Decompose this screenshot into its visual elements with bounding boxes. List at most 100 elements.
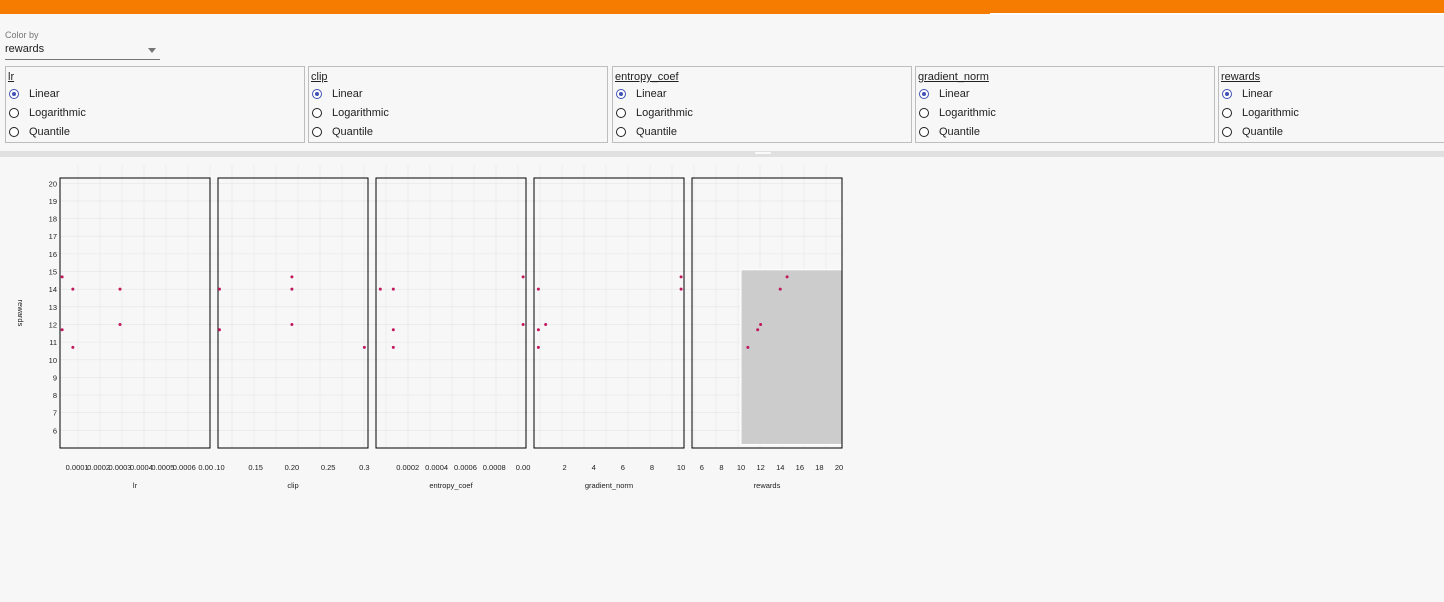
radio-button[interactable] — [616, 108, 626, 118]
radio-label: Quantile — [939, 126, 980, 138]
x-tick-label: 8 — [719, 463, 723, 472]
radio-label: Logarithmic — [332, 107, 389, 119]
x-tick-label: .10 — [214, 463, 224, 472]
y-tick-label: 20 — [49, 179, 57, 188]
radio-button[interactable] — [919, 108, 929, 118]
x-tick-label: 0.0006 — [173, 463, 196, 472]
color-by-control: Color by rewards — [5, 30, 160, 60]
data-point — [391, 287, 395, 291]
radio-label: Linear — [29, 88, 60, 100]
x-tick-label: 6 — [700, 463, 704, 472]
radio-button[interactable] — [9, 108, 19, 118]
x-tick-label: 0.0003 — [109, 463, 132, 472]
scatter-matrix-svg: 20191817161514131211109876rewards0.00010… — [16, 165, 843, 490]
dropdown-arrow-icon — [148, 48, 156, 53]
data-point — [536, 328, 540, 332]
y-tick-label: 19 — [49, 197, 57, 206]
radio-button[interactable] — [919, 127, 929, 137]
y-tick-label: 14 — [49, 285, 57, 294]
splitter-handle-icon — [755, 152, 771, 154]
y-tick-label: 8 — [53, 391, 57, 400]
data-point — [217, 287, 221, 291]
color-by-select[interactable]: rewards — [5, 43, 160, 60]
data-point — [391, 345, 395, 349]
data-point — [778, 287, 782, 291]
data-point — [759, 322, 763, 326]
radio-label: Linear — [1242, 88, 1273, 100]
x-axis-label: lr — [133, 481, 138, 490]
radio-button[interactable] — [312, 127, 322, 137]
data-point — [544, 322, 548, 326]
x-tick-label: 12 — [756, 463, 764, 472]
radio-label: Logarithmic — [29, 107, 86, 119]
x-tick-label: 0.0004 — [130, 463, 153, 472]
data-point — [521, 275, 525, 279]
x-tick-label: 0.00 — [198, 463, 213, 472]
data-point — [756, 328, 760, 332]
x-tick-label: 0.20 — [285, 463, 300, 472]
radio-button[interactable] — [1222, 127, 1232, 137]
x-tick-label: 0.3 — [359, 463, 369, 472]
radio-button[interactable] — [312, 108, 322, 118]
x-tick-label: 10 — [737, 463, 745, 472]
radio-button[interactable] — [1222, 108, 1232, 118]
data-point — [71, 287, 75, 291]
data-point — [785, 275, 789, 279]
y-tick-label: 16 — [49, 250, 57, 259]
y-tick-label: 12 — [49, 320, 57, 329]
scale-title: rewards — [1221, 71, 1261, 83]
x-tick-label: 16 — [796, 463, 804, 472]
x-tick-label: 0.0001 — [66, 463, 89, 472]
radio-button[interactable] — [616, 89, 626, 99]
x-tick-label: 2 — [562, 463, 566, 472]
data-point — [290, 275, 294, 279]
x-tick-label: 20 — [835, 463, 843, 472]
x-axis-label: gradient_norm — [585, 481, 633, 490]
y-axis-label: rewards — [16, 300, 25, 327]
x-tick-label: 14 — [776, 463, 784, 472]
x-tick-label: 0.15 — [248, 463, 263, 472]
x-tick-label: 10 — [677, 463, 685, 472]
scale-card-rewards: rewards Linear Logarithmic Quantile — [1218, 66, 1444, 143]
radio-button[interactable] — [616, 127, 626, 137]
data-point — [290, 322, 294, 326]
data-point — [536, 287, 540, 291]
progress-line — [990, 13, 1444, 15]
radio-button[interactable] — [312, 89, 322, 99]
x-axis-label: entropy_coef — [429, 481, 473, 490]
y-tick-label: 11 — [49, 338, 57, 347]
scale-title: gradient_norm — [918, 71, 989, 83]
selection-brush — [740, 269, 843, 445]
scale-card-clip: clip Linear Logarithmic Quantile — [308, 66, 608, 143]
scale-title: lr — [8, 71, 15, 83]
radio-button[interactable] — [9, 89, 19, 99]
radio-button[interactable] — [919, 89, 929, 99]
radio-button[interactable] — [1222, 89, 1232, 99]
radio-label: Logarithmic — [1242, 107, 1299, 119]
x-tick-label: 0.0004 — [425, 463, 448, 472]
x-axis-label: rewards — [754, 481, 781, 490]
data-point — [679, 287, 683, 291]
x-tick-label: 0.0002 — [87, 463, 110, 472]
x-tick-label: 0.00 — [516, 463, 531, 472]
data-point — [521, 322, 525, 326]
scale-title: clip — [311, 71, 328, 83]
scale-card-entropy_coef: entropy_coef Linear Logarithmic Quantile — [612, 66, 912, 143]
x-tick-label: 4 — [592, 463, 596, 472]
data-point — [118, 322, 122, 326]
radio-label: Linear — [939, 88, 970, 100]
y-tick-label: 10 — [49, 356, 57, 365]
radio-label: Logarithmic — [636, 107, 693, 119]
radio-label: Quantile — [29, 126, 70, 138]
x-tick-label: 6 — [621, 463, 625, 472]
data-point — [746, 345, 750, 349]
radio-button[interactable] — [9, 127, 19, 137]
scale-title: entropy_coef — [615, 71, 679, 83]
data-point — [60, 275, 64, 279]
x-tick-label: 0.0006 — [454, 463, 477, 472]
radio-label: Linear — [636, 88, 667, 100]
data-point — [362, 345, 366, 349]
x-tick-label: 8 — [650, 463, 654, 472]
color-by-label: Color by — [5, 30, 39, 40]
data-point — [391, 328, 395, 332]
